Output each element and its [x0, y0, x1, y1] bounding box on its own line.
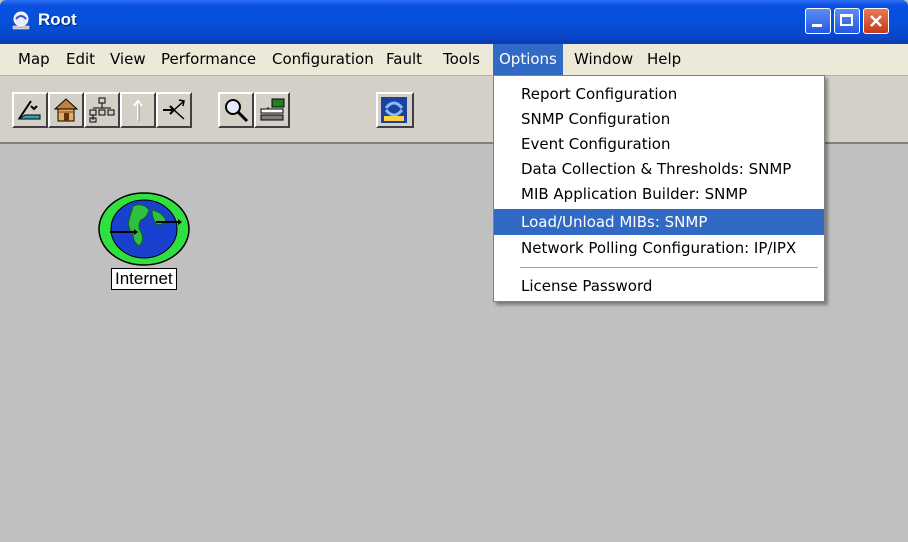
menu-bar: Map Edit View Performance Configuration … [0, 44, 908, 76]
menuitem-event-configuration[interactable]: Event Configuration [494, 131, 824, 157]
menu-tools[interactable]: Tools [437, 44, 486, 75]
menuitem-license-password[interactable]: License Password [494, 273, 824, 299]
menuitem-load-unload-mibs[interactable]: Load/Unload MIBs: SNMP [494, 209, 824, 235]
menu-options[interactable]: Options [493, 44, 563, 75]
menuitem-mib-application-builder[interactable]: MIB Application Builder: SNMP [494, 181, 824, 207]
app-icon [12, 11, 30, 30]
hp-openview-button[interactable] [376, 92, 414, 128]
close-button[interactable] [863, 8, 889, 34]
window-title: Root [38, 10, 77, 29]
options-dropdown-menu: Report Configuration SNMP Configuration … [493, 75, 825, 302]
network-tree-button[interactable] [84, 92, 120, 128]
maximize-icon [840, 14, 853, 26]
menu-fault[interactable]: Fault [380, 44, 428, 75]
home-button[interactable] [48, 92, 84, 128]
network-tree-icon [89, 97, 115, 123]
menu-map[interactable]: Map [12, 44, 56, 75]
menuitem-network-polling-configuration[interactable]: Network Polling Configuration: IP/IPX [494, 235, 824, 261]
menu-help[interactable]: Help [641, 44, 687, 75]
map-button[interactable] [12, 92, 48, 128]
map-icon [17, 100, 41, 120]
title-bar[interactable]: Root [0, 0, 908, 44]
menu-edit[interactable]: Edit [60, 44, 101, 75]
maximize-button[interactable] [834, 8, 860, 34]
close-icon [870, 15, 882, 27]
search-button[interactable] [218, 92, 254, 128]
server-button[interactable] [254, 92, 290, 128]
menu-view[interactable]: View [104, 44, 152, 75]
menuitem-data-collection-thresholds[interactable]: Data Collection & Thresholds: SNMP [494, 156, 824, 182]
menuitem-report-configuration[interactable]: Report Configuration [494, 81, 824, 107]
menu-performance[interactable]: Performance [155, 44, 262, 75]
server-icon [260, 98, 285, 121]
up-button[interactable] [120, 92, 156, 128]
menu-separator [520, 267, 818, 268]
globe-icon[interactable] [98, 192, 190, 266]
up-arrow-icon [133, 99, 143, 121]
menu-configuration[interactable]: Configuration [266, 44, 380, 75]
map-node-label[interactable]: Internet [111, 268, 177, 290]
connect-arrows-icon [163, 99, 185, 120]
minimize-icon [812, 24, 822, 27]
home-icon [53, 98, 79, 122]
connect-button[interactable] [156, 92, 192, 128]
menuitem-snmp-configuration[interactable]: SNMP Configuration [494, 106, 824, 132]
search-magnifier-icon [225, 99, 249, 123]
menu-window[interactable]: Window [568, 44, 639, 75]
hp-openview-icon [381, 97, 407, 123]
minimize-button[interactable] [805, 8, 831, 34]
